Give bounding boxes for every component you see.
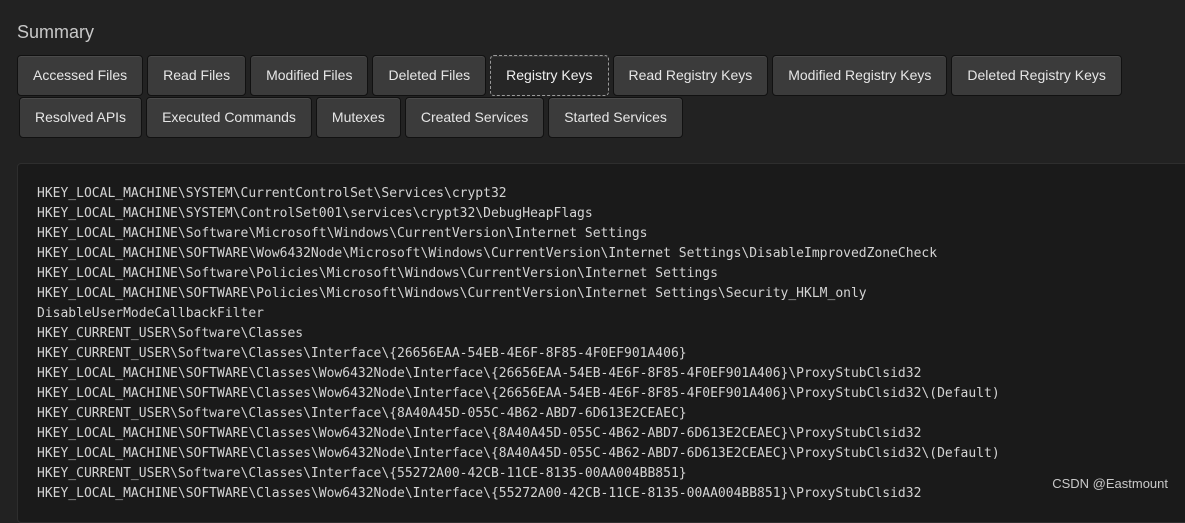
registry-key-item: HKEY_LOCAL_MACHINE\SOFTWARE\Classes\Wow6…: [37, 366, 922, 381]
registry-key-item: HKEY_LOCAL_MACHINE\SYSTEM\ControlSet001\…: [37, 206, 593, 221]
tab-mutexes[interactable]: Mutexes: [315, 97, 401, 138]
tab-executed-commands[interactable]: Executed Commands: [146, 97, 312, 138]
registry-key-item: HKEY_LOCAL_MACHINE\SOFTWARE\Policies\Mic…: [37, 286, 867, 301]
watermark: CSDN @Eastmount: [1052, 476, 1168, 491]
tab-bar-row-1: Accessed Files Read Files Modified Files…: [17, 55, 1122, 96]
tab-registry-keys[interactable]: Registry Keys: [490, 55, 609, 96]
summary-title: Summary: [17, 22, 95, 42]
registry-key-item: DisableUserModeCallbackFilter: [37, 306, 264, 321]
tab-deleted-registry-keys[interactable]: Deleted Registry Keys: [951, 55, 1122, 96]
tab-accessed-files[interactable]: Accessed Files: [17, 55, 144, 96]
registry-key-item: HKEY_LOCAL_MACHINE\SOFTWARE\Classes\Wow6…: [37, 386, 1000, 401]
registry-key-item: HKEY_LOCAL_MACHINE\SOFTWARE\Classes\Wow6…: [37, 446, 1000, 461]
tab-bar-row-2: Resolved APIs Executed Commands Mutexes …: [19, 97, 683, 138]
registry-key-item: HKEY_CURRENT_USER\Software\Classes\Inter…: [37, 346, 687, 361]
registry-key-item: HKEY_LOCAL_MACHINE\SOFTWARE\Classes\Wow6…: [37, 486, 922, 501]
registry-key-item: HKEY_LOCAL_MACHINE\Software\Microsoft\Wi…: [37, 226, 648, 241]
tab-modified-files[interactable]: Modified Files: [250, 55, 369, 96]
registry-key-item: HKEY_LOCAL_MACHINE\SOFTWARE\Classes\Wow6…: [37, 426, 922, 441]
registry-key-item: HKEY_CURRENT_USER\Software\Classes\Inter…: [37, 406, 687, 421]
registry-keys-panel[interactable]: HKEY_LOCAL_MACHINE\SYSTEM\CurrentControl…: [17, 163, 1185, 523]
tab-read-files[interactable]: Read Files: [147, 55, 247, 96]
tab-read-registry-keys[interactable]: Read Registry Keys: [612, 55, 769, 96]
registry-key-item: HKEY_LOCAL_MACHINE\SOFTWARE\Wow6432Node\…: [37, 246, 938, 261]
registry-key-item: HKEY_LOCAL_MACHINE\Software\Policies\Mic…: [37, 266, 718, 281]
tab-deleted-files[interactable]: Deleted Files: [372, 55, 487, 96]
registry-key-list: HKEY_LOCAL_MACHINE\SYSTEM\CurrentControl…: [18, 164, 1185, 504]
registry-key-item: HKEY_LOCAL_MACHINE\SYSTEM\CurrentControl…: [37, 186, 507, 201]
tab-started-services[interactable]: Started Services: [548, 97, 683, 138]
registry-key-item: HKEY_CURRENT_USER\Software\Classes\Inter…: [37, 466, 687, 481]
tab-resolved-apis[interactable]: Resolved APIs: [19, 97, 143, 138]
tab-created-services[interactable]: Created Services: [404, 97, 545, 138]
tab-modified-registry-keys[interactable]: Modified Registry Keys: [772, 55, 948, 96]
registry-key-item: HKEY_CURRENT_USER\Software\Classes: [37, 326, 304, 341]
